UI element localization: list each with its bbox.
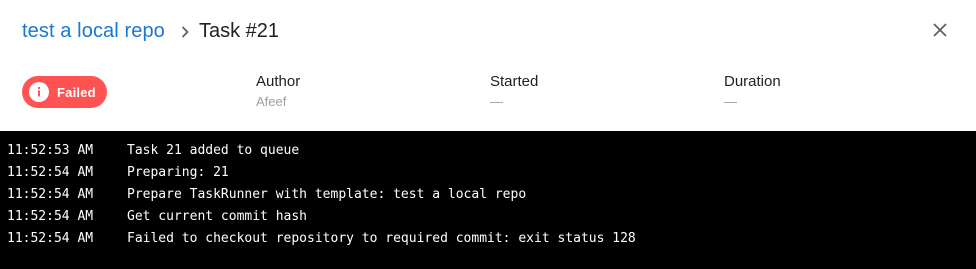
author-value: Afeef <box>256 94 287 109</box>
log-line: 11:52:54 AM Preparing: 21 <box>0 162 976 184</box>
meta-started: Started — <box>490 73 538 109</box>
log-message: Preparing: 21 <box>127 165 229 180</box>
log-message: Get current commit hash <box>127 209 308 224</box>
log-line: 11:52:54 AM Prepare TaskRunner with temp… <box>0 184 976 206</box>
log-time: 11:52:53 AM <box>7 143 94 158</box>
author-label: Author <box>256 73 301 90</box>
duration-value: — <box>724 94 737 109</box>
status-label: Failed <box>57 84 96 100</box>
log-message: Prepare TaskRunner with template: test a… <box>127 187 527 202</box>
log-line: 11:52:53 AM Task 21 added to queue <box>0 140 976 162</box>
dialog-header: test a local repo Task #21 <box>0 0 976 64</box>
log-time: 11:52:54 AM <box>7 187 94 202</box>
status-badge: Failed <box>22 76 107 108</box>
log-line: 11:52:54 AM Failed to checkout repositor… <box>0 228 976 250</box>
log-line: 11:52:54 AM Get current commit hash <box>0 206 976 228</box>
meta-duration: Duration — <box>724 73 781 109</box>
log-message: Failed to checkout repository to require… <box>127 231 636 246</box>
log-time: 11:52:54 AM <box>7 165 94 180</box>
chevron-right-icon <box>178 25 192 39</box>
started-label: Started <box>490 73 539 90</box>
log-time: 11:52:54 AM <box>7 209 94 224</box>
duration-label: Duration <box>724 73 781 90</box>
started-value: — <box>490 94 503 109</box>
close-icon <box>932 22 948 43</box>
meta-author: Author Afeef <box>256 73 300 109</box>
log-time: 11:52:54 AM <box>7 231 94 246</box>
info-icon <box>29 82 49 102</box>
breadcrumb-template-link[interactable]: test a local repo <box>22 20 165 43</box>
page-title: Task #21 <box>199 20 280 42</box>
log-message: Task 21 added to queue <box>127 143 300 158</box>
close-button[interactable] <box>926 18 954 46</box>
task-log-console[interactable]: 11:52:53 AM Task 21 added to queue 11:52… <box>0 131 976 269</box>
